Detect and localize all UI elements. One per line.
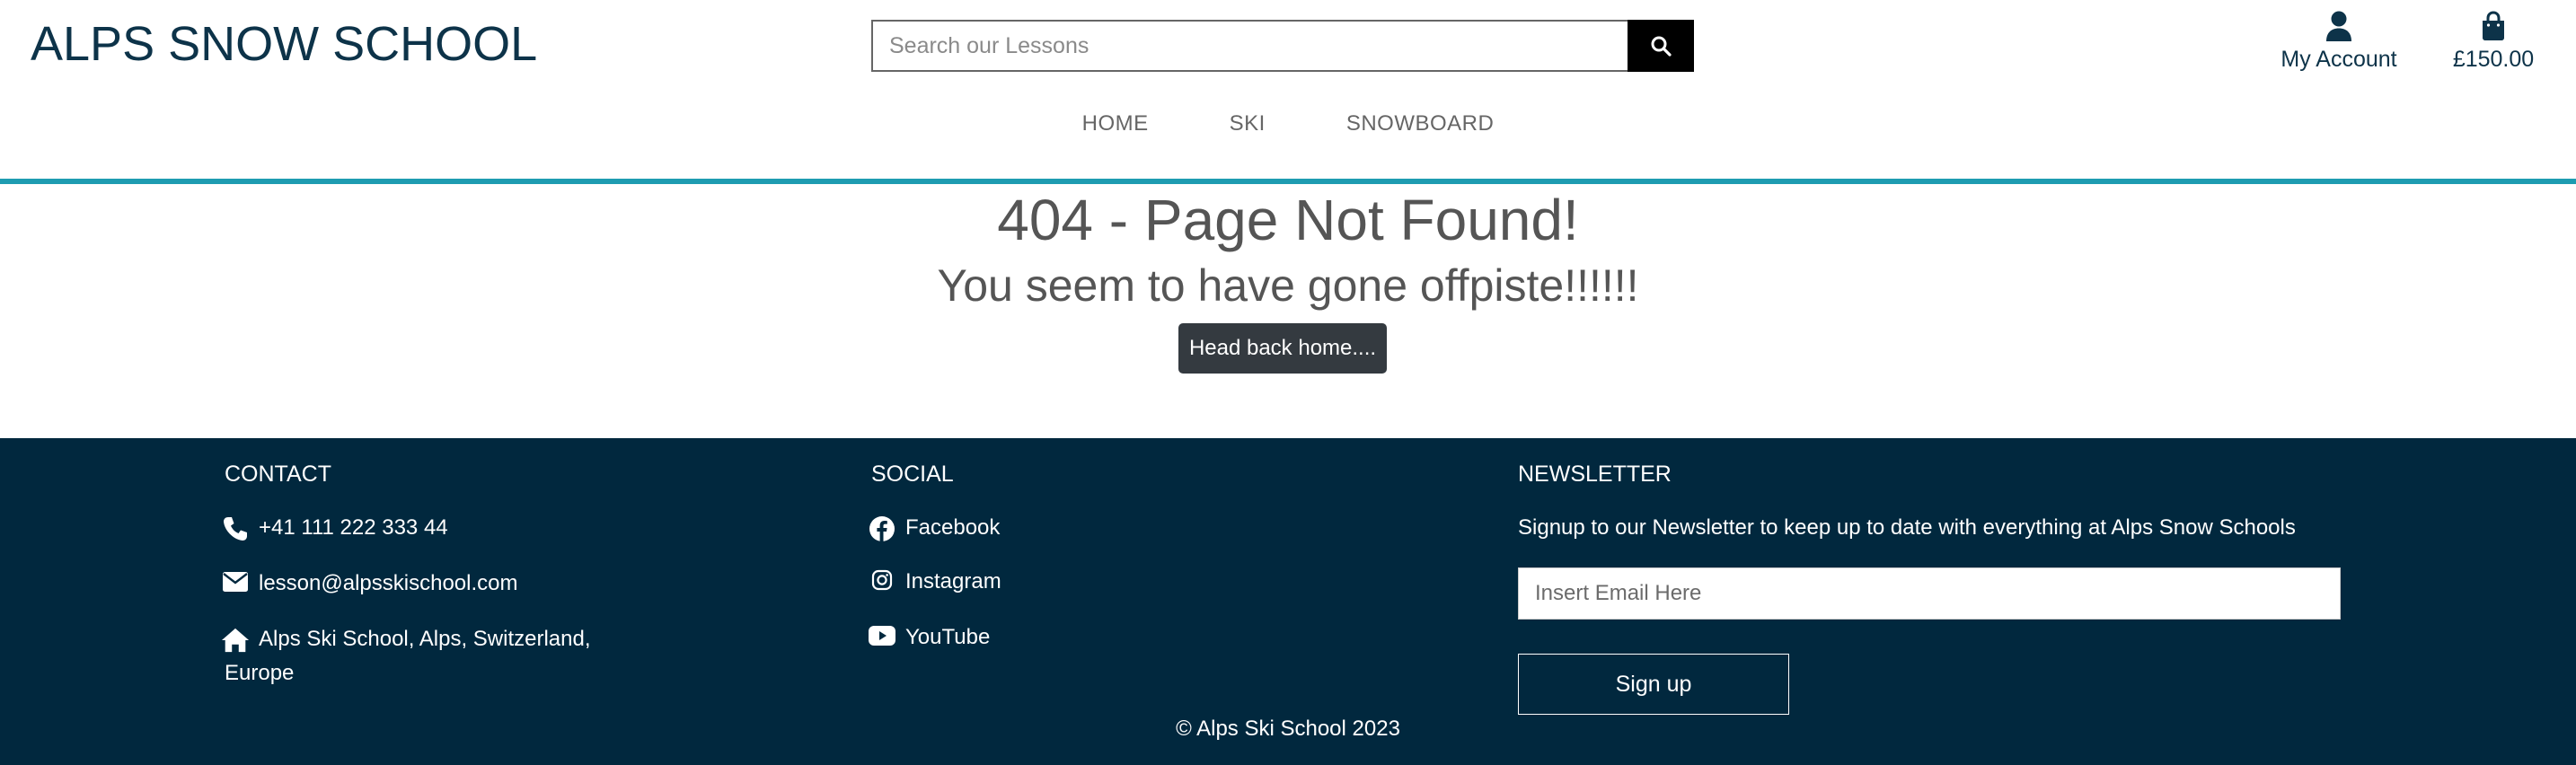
page-subtitle: You seem to have gone offpiste!!!!!! <box>937 260 1639 311</box>
youtube-link[interactable]: YouTube <box>905 625 990 650</box>
social-heading: SOCIAL <box>871 462 954 487</box>
search-input[interactable] <box>871 20 1628 72</box>
my-account-label: My Account <box>2280 47 2397 72</box>
contact-phone-text: +41 111 222 333 44 <box>259 515 448 540</box>
shopping-bag-link[interactable]: £150.00 <box>2447 11 2540 73</box>
nav-item-snowboard[interactable]: SNOWBOARD <box>1346 111 1495 136</box>
page-title: 404 - Page Not Found! <box>997 188 1579 252</box>
contact-address: Alps Ski School, Alps, Switzerland, <box>221 627 591 654</box>
facebook-link[interactable]: Facebook <box>905 515 1000 541</box>
error-content: 404 - Page Not Found! You seem to have g… <box>0 184 2576 438</box>
phone-icon <box>224 517 247 541</box>
contact-address-line2-row: Europe <box>225 661 294 686</box>
shopping-bag-icon <box>2483 11 2504 40</box>
site-header: ALPS SNOW SCHOOL My Account £150.00 HOME… <box>0 0 2576 181</box>
social-facebook[interactable]: Facebook <box>868 515 1000 542</box>
instagram-icon <box>871 569 893 591</box>
sign-up-button[interactable]: Sign up <box>1518 654 1789 715</box>
envelope-icon <box>223 572 248 592</box>
instagram-link[interactable]: Instagram <box>905 569 1001 594</box>
site-footer: CONTACT +41 111 222 333 44 lesson@alpssk… <box>0 438 2576 765</box>
contact-address-line1: Alps Ski School, Alps, Switzerland, <box>259 627 591 651</box>
youtube-icon <box>869 626 895 646</box>
newsletter-heading: NEWSLETTER <box>1518 462 1672 487</box>
contact-email: lesson@alpsskischool.com <box>221 571 517 596</box>
newsletter-description: Signup to our Newsletter to keep up to d… <box>1518 515 2296 540</box>
facebook-icon <box>869 516 895 541</box>
social-instagram[interactable]: Instagram <box>868 569 1001 594</box>
contact-heading: CONTACT <box>225 462 331 487</box>
newsletter-email-input[interactable] <box>1518 567 2341 620</box>
main-nav: HOME SKI SNOWBOARD <box>0 111 2576 136</box>
nav-item-home[interactable]: HOME <box>1082 111 1149 136</box>
copyright-text: © Alps Ski School 2023 <box>1176 717 1400 741</box>
user-icon <box>2326 11 2351 41</box>
bag-total: £150.00 <box>2452 47 2535 72</box>
contact-address-line2: Europe <box>225 661 295 685</box>
my-account-link[interactable]: My Account <box>2278 11 2400 73</box>
home-icon <box>221 628 250 653</box>
brand-logo-link[interactable]: ALPS SNOW SCHOOL <box>31 16 537 72</box>
search-icon <box>1651 36 1672 57</box>
search-button[interactable] <box>1628 20 1694 72</box>
social-youtube[interactable]: YouTube <box>868 625 990 650</box>
search-form <box>871 20 1694 72</box>
head-back-home-button[interactable]: Head back home.... <box>1178 323 1387 374</box>
contact-phone: +41 111 222 333 44 <box>221 515 448 542</box>
contact-email-link[interactable]: lesson@alpsskischool.com <box>259 571 517 596</box>
nav-item-ski[interactable]: SKI <box>1230 111 1266 136</box>
